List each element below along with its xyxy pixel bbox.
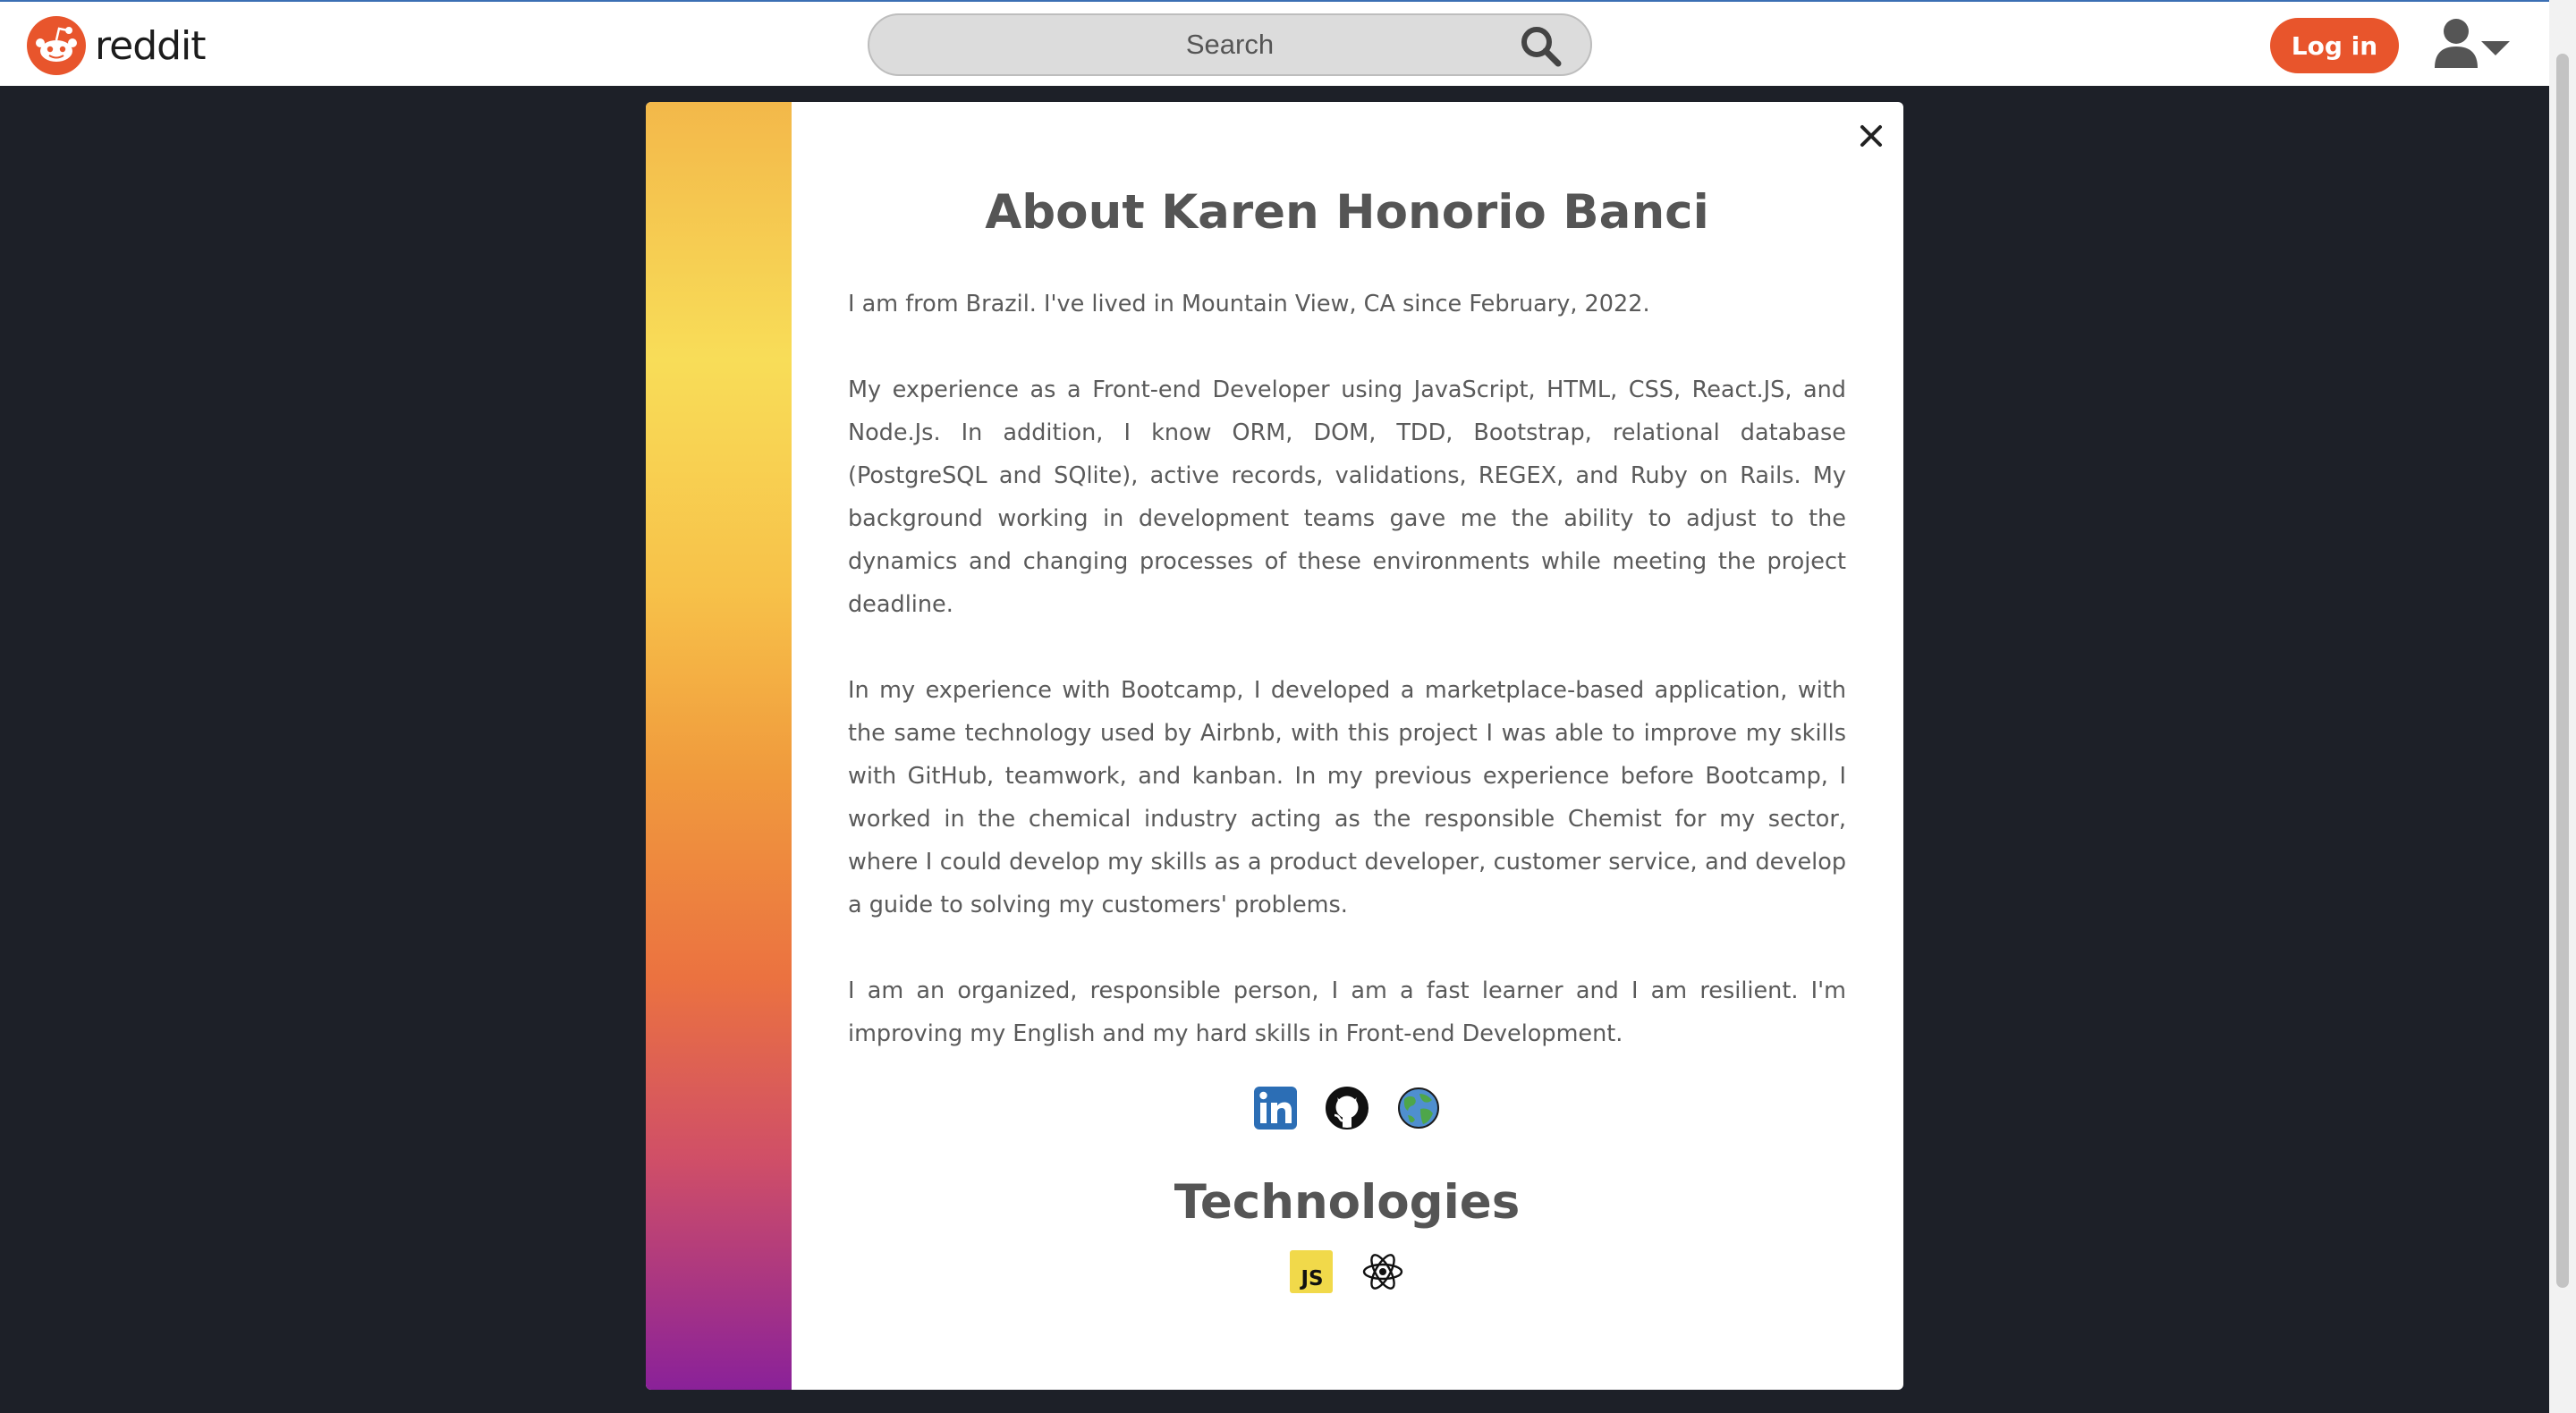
close-button[interactable] bbox=[1853, 118, 1889, 154]
chevron-down-icon bbox=[2481, 41, 2510, 55]
reddit-logo[interactable]: reddit bbox=[27, 16, 207, 75]
react-icon bbox=[1362, 1253, 1403, 1290]
technologies-title: Technologies bbox=[1174, 1174, 1521, 1230]
about-paragraph: I am an organized, responsible person, I… bbox=[848, 977, 1846, 1047]
about-paragraph: My experience as a Front-end Developer u… bbox=[848, 376, 1846, 618]
scrollbar[interactable] bbox=[2549, 0, 2576, 1413]
user-menu[interactable] bbox=[2433, 16, 2513, 73]
github-icon[interactable] bbox=[1325, 1086, 1369, 1130]
brand-name: reddit bbox=[95, 22, 207, 69]
reddit-logo-icon bbox=[27, 16, 86, 75]
about-paragraph: I am from Brazil. I've lived in Mountain… bbox=[848, 290, 1650, 317]
modal-gradient-panel bbox=[646, 102, 792, 1390]
close-icon bbox=[1860, 125, 1882, 147]
social-links bbox=[848, 1086, 1846, 1130]
modal-content: About Karen Honorio Banci I am from Braz… bbox=[848, 102, 1846, 1294]
about-modal: About Karen Honorio Banci I am from Braz… bbox=[646, 102, 1903, 1390]
scrollbar-thumb[interactable] bbox=[2556, 54, 2569, 1288]
top-navbar: reddit Log in bbox=[0, 0, 2549, 86]
search-icon[interactable] bbox=[1519, 24, 1562, 67]
javascript-icon: JS bbox=[1290, 1249, 1333, 1293]
search-input[interactable] bbox=[869, 15, 1590, 74]
js-badge-text: JS bbox=[1299, 1267, 1323, 1290]
search-bar bbox=[868, 13, 1592, 76]
technology-icons: JS bbox=[848, 1249, 1846, 1294]
modal-title: About Karen Honorio Banci bbox=[985, 185, 1709, 240]
linkedin-icon[interactable] bbox=[1253, 1086, 1298, 1130]
about-paragraph: In my experience with Bootcamp, I develo… bbox=[848, 676, 1846, 918]
user-menu-icon bbox=[2435, 19, 2510, 68]
login-button[interactable]: Log in bbox=[2270, 18, 2399, 73]
globe-icon[interactable] bbox=[1396, 1086, 1441, 1130]
